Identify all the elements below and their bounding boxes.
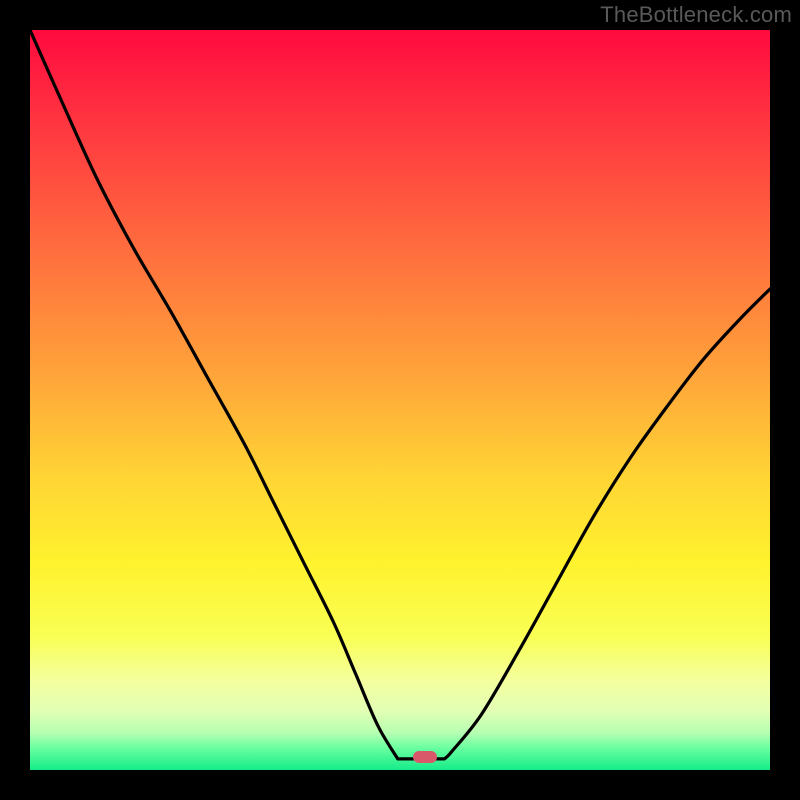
chart-frame: TheBottleneck.com (0, 0, 800, 800)
watermark-text: TheBottleneck.com (600, 2, 792, 28)
bottleneck-chart (30, 30, 770, 770)
optimum-marker (413, 751, 437, 763)
gradient-background (30, 30, 770, 770)
